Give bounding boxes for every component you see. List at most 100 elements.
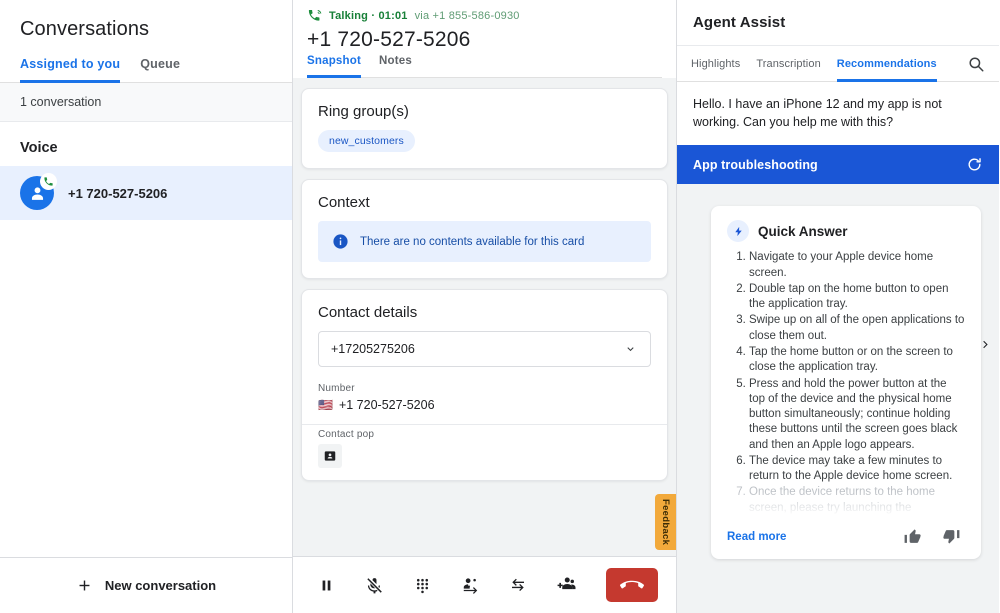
new-conversation-label: New conversation (104, 578, 217, 593)
phone-in-talk-icon (308, 9, 322, 21)
call-header: Talking · 01:01 via +1 855-586-0930 +1 7… (293, 0, 676, 78)
list-item: Swipe up on all of the open applications… (749, 313, 965, 345)
hangup-button[interactable] (606, 568, 658, 602)
feedback-tab[interactable]: Feedback (655, 494, 676, 550)
call-status-row: Talking · 01:01 via +1 855-586-0930 (307, 8, 662, 23)
us-flag-icon: 🇺🇸 (318, 398, 333, 412)
search-button[interactable] (967, 55, 985, 81)
call-phone-number: +1 720-527-5206 (307, 28, 471, 51)
contact-number-label: Number (318, 383, 355, 394)
contact-card-icon (324, 451, 336, 461)
list-item: Double tap on the home button to open th… (749, 282, 965, 314)
contact-number-field: Number 🇺🇸 +1 720-527-5206 (302, 379, 667, 425)
contact-details-title: Contact details (318, 304, 418, 321)
person-transfer-icon (463, 577, 477, 594)
info-icon (333, 234, 348, 249)
context-empty-text: There are no contents available for this… (360, 235, 585, 248)
recommendations-scroll: Quick Answer Navigate to your Apple devi… (677, 184, 999, 613)
swap-call-button[interactable] (503, 570, 533, 600)
quick-answer-title: Quick Answer (758, 223, 848, 239)
list-item: Navigate to your Apple device home scree… (749, 250, 965, 282)
list-item: The device may take a few minutes to ret… (749, 454, 965, 486)
feedback-label: Feedback (660, 498, 671, 546)
contact-select-value: +17205275206 (331, 342, 415, 356)
ring-groups-card: Ring group(s) new_customers (301, 88, 668, 169)
chevron-down-icon (627, 346, 634, 351)
tab-snapshot[interactable]: Snapshot (307, 55, 361, 78)
contact-number-value-row: 🇺🇸 +1 720-527-5206 (318, 398, 651, 412)
agent-assist-header: Agent Assist Highlights Transcription Re… (677, 0, 999, 146)
tab-recommendations[interactable]: Recommendations (836, 46, 937, 82)
call-controls-bar (293, 556, 676, 613)
call-panel: Talking · 01:01 via +1 855-586-0930 +1 7… (293, 0, 677, 613)
app-root: Conversations Assigned to you Queue 1 co… (0, 0, 1000, 613)
ring-groups-title: Ring group(s) (318, 103, 409, 120)
thumb-down-icon (943, 530, 960, 544)
person-add-icon (557, 577, 576, 590)
contact-pop-button[interactable] (318, 444, 342, 468)
contact-select[interactable]: +17205275206 (318, 331, 651, 367)
thumb-up-icon (904, 529, 921, 543)
feedback-icons (903, 527, 965, 546)
conversations-panel: Conversations Assigned to you Queue 1 co… (0, 0, 293, 613)
call-body: Ring group(s) new_customers Context Ther… (293, 78, 676, 556)
dialpad-button[interactable] (407, 570, 437, 600)
plus-icon (79, 580, 90, 591)
transfer-button[interactable] (455, 570, 485, 600)
search-icon (969, 57, 984, 72)
mute-button[interactable] (359, 570, 389, 600)
quick-answer-body: Navigate to your Apple device home scree… (727, 250, 965, 518)
tab-notes[interactable]: Notes (379, 55, 412, 78)
add-participant-button[interactable] (551, 570, 581, 600)
contact-details-card: Contact details +17205275206 Number 🇺🇸 +… (301, 289, 668, 481)
section-header-voice: Voice (20, 140, 58, 156)
call-status-badge (40, 173, 57, 190)
topic-label: App troubleshooting (693, 157, 818, 172)
expand-panel-button[interactable] (977, 336, 993, 352)
call-tabs: Snapshot Notes (307, 55, 662, 78)
chevron-right-icon (982, 340, 988, 348)
quick-answer-steps: Navigate to your Apple device home scree… (731, 250, 965, 517)
lightning-bolt-icon (727, 220, 749, 243)
context-empty-notice: There are no contents available for this… (318, 221, 651, 262)
quick-answer-header: Quick Answer (727, 220, 965, 250)
read-more-link[interactable]: Read more (727, 531, 786, 543)
contact-number-value: +1 720-527-5206 (338, 398, 435, 412)
pause-icon (322, 580, 330, 590)
page-title: Conversations (20, 18, 150, 40)
mic-off-icon (366, 577, 382, 593)
refresh-icon[interactable] (966, 156, 983, 173)
quick-answer-footer: Read more (727, 517, 965, 560)
topic-banner[interactable]: App troubleshooting (677, 145, 999, 185)
tab-queue[interactable]: Queue (140, 57, 180, 83)
avatar (20, 173, 57, 210)
new-conversation-button[interactable]: New conversation (0, 557, 292, 613)
agent-assist-tabs: Highlights Transcription Recommendations (677, 46, 999, 82)
thumbs-down-button[interactable] (942, 527, 961, 546)
tab-assigned-to-you[interactable]: Assigned to you (20, 57, 121, 83)
conversations-tabs: Assigned to you Queue (0, 41, 292, 83)
quick-answer-card: Quick Answer Navigate to your Apple devi… (711, 206, 981, 560)
tab-transcription[interactable]: Transcription (756, 46, 820, 82)
list-item-number: +1 720-527-5206 (68, 185, 168, 201)
agent-assist-title: Agent Assist (677, 0, 999, 46)
customer-message: Hello. I have an iPhone 12 and my app is… (677, 82, 999, 146)
fade-overlay (727, 491, 965, 518)
call-via-label: via +1 855-586-0930 (414, 9, 520, 22)
context-title: Context (318, 194, 370, 211)
call-end-icon (620, 580, 644, 589)
agent-assist-panel: Agent Assist Highlights Transcription Re… (677, 0, 999, 613)
hold-button[interactable] (311, 570, 341, 600)
ring-group-chip[interactable]: new_customers (318, 130, 415, 152)
list-item: Tap the home button or on the screen to … (749, 345, 965, 377)
thumbs-up-button[interactable] (903, 527, 922, 546)
phone-icon (44, 177, 53, 186)
conversation-count: 1 conversation (0, 83, 292, 122)
contact-pop-label: Contact pop (318, 429, 375, 440)
call-status-label: Talking · 01:01 (329, 9, 408, 22)
bolt-glyph-icon (734, 226, 742, 236)
dialpad-icon (416, 578, 428, 593)
swap-arrows-icon (512, 578, 524, 591)
list-item[interactable]: +1 720-527-5206 (0, 166, 292, 220)
tab-highlights[interactable]: Highlights (691, 46, 740, 82)
